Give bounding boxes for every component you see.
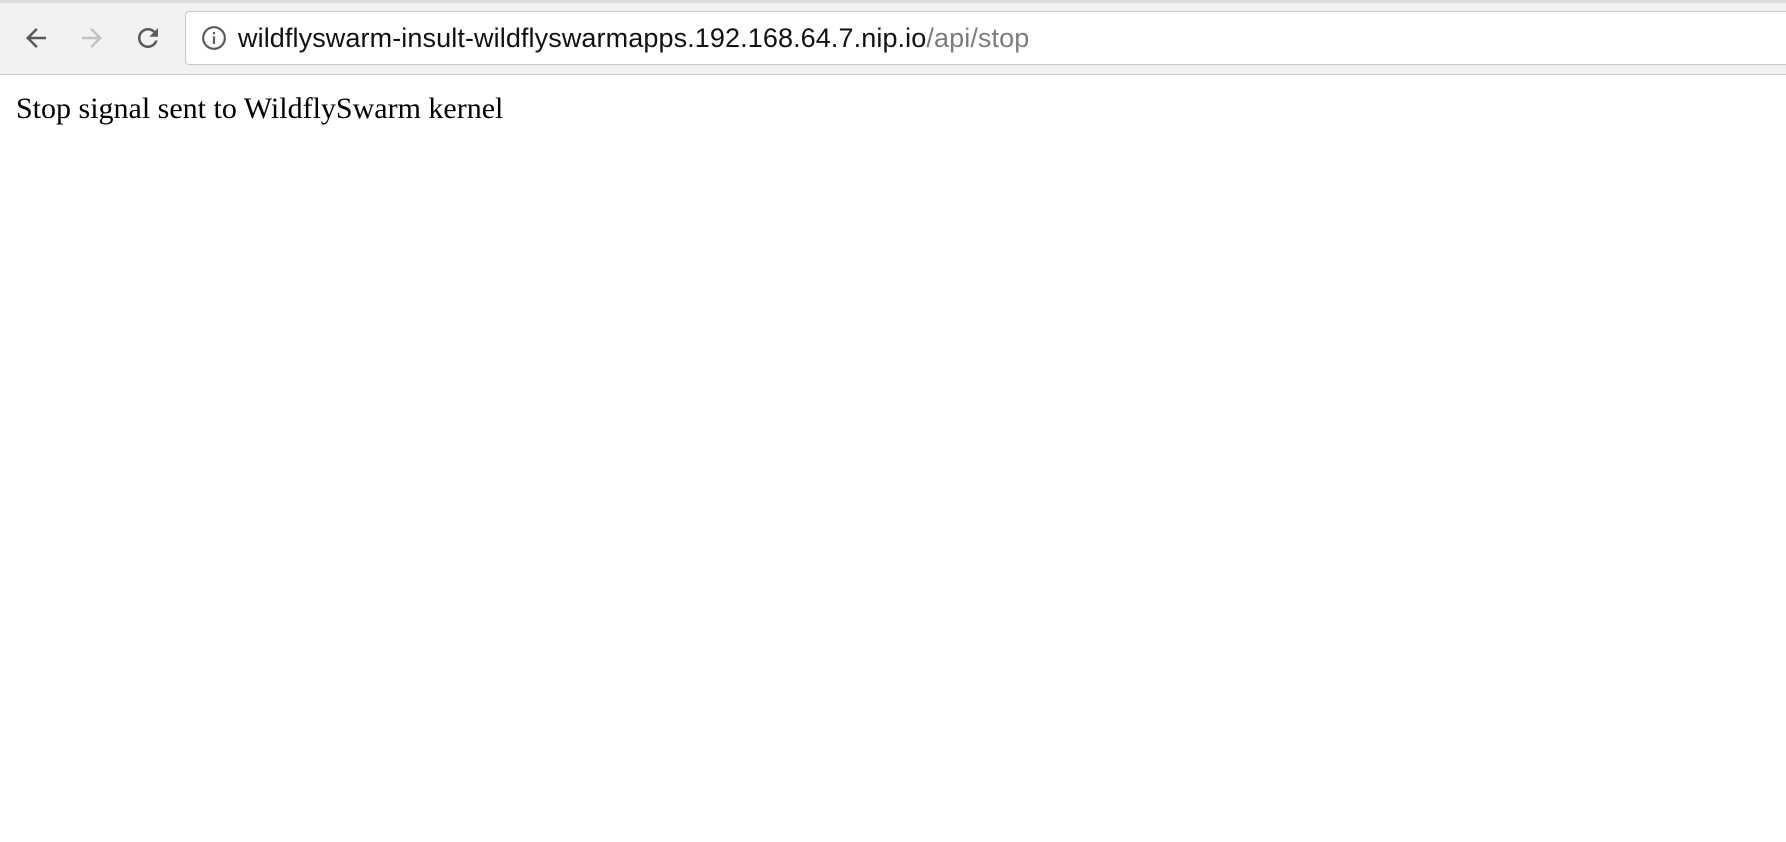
info-icon xyxy=(202,26,226,50)
reload-icon xyxy=(138,28,158,48)
back-button[interactable] xyxy=(16,18,56,58)
browser-toolbar: wildflyswarm-insult-wildflyswarmapps.192… xyxy=(0,0,1786,75)
forward-button[interactable] xyxy=(72,18,112,58)
url-text[interactable]: wildflyswarm-insult-wildflyswarmapps.192… xyxy=(238,23,1029,54)
tab-strip-edge xyxy=(0,0,1786,3)
back-arrow-icon xyxy=(26,28,46,48)
site-info-icon[interactable] xyxy=(200,24,228,52)
address-bar[interactable]: wildflyswarm-insult-wildflyswarmapps.192… xyxy=(185,11,1786,65)
forward-arrow-icon xyxy=(82,28,102,48)
url-path: /api/stop xyxy=(926,22,1030,53)
reload-button[interactable] xyxy=(128,18,168,58)
url-host: wildflyswarm-insult-wildflyswarmapps.192… xyxy=(238,22,927,53)
page-body-text: Stop signal sent to WildflySwarm kernel xyxy=(16,92,504,125)
